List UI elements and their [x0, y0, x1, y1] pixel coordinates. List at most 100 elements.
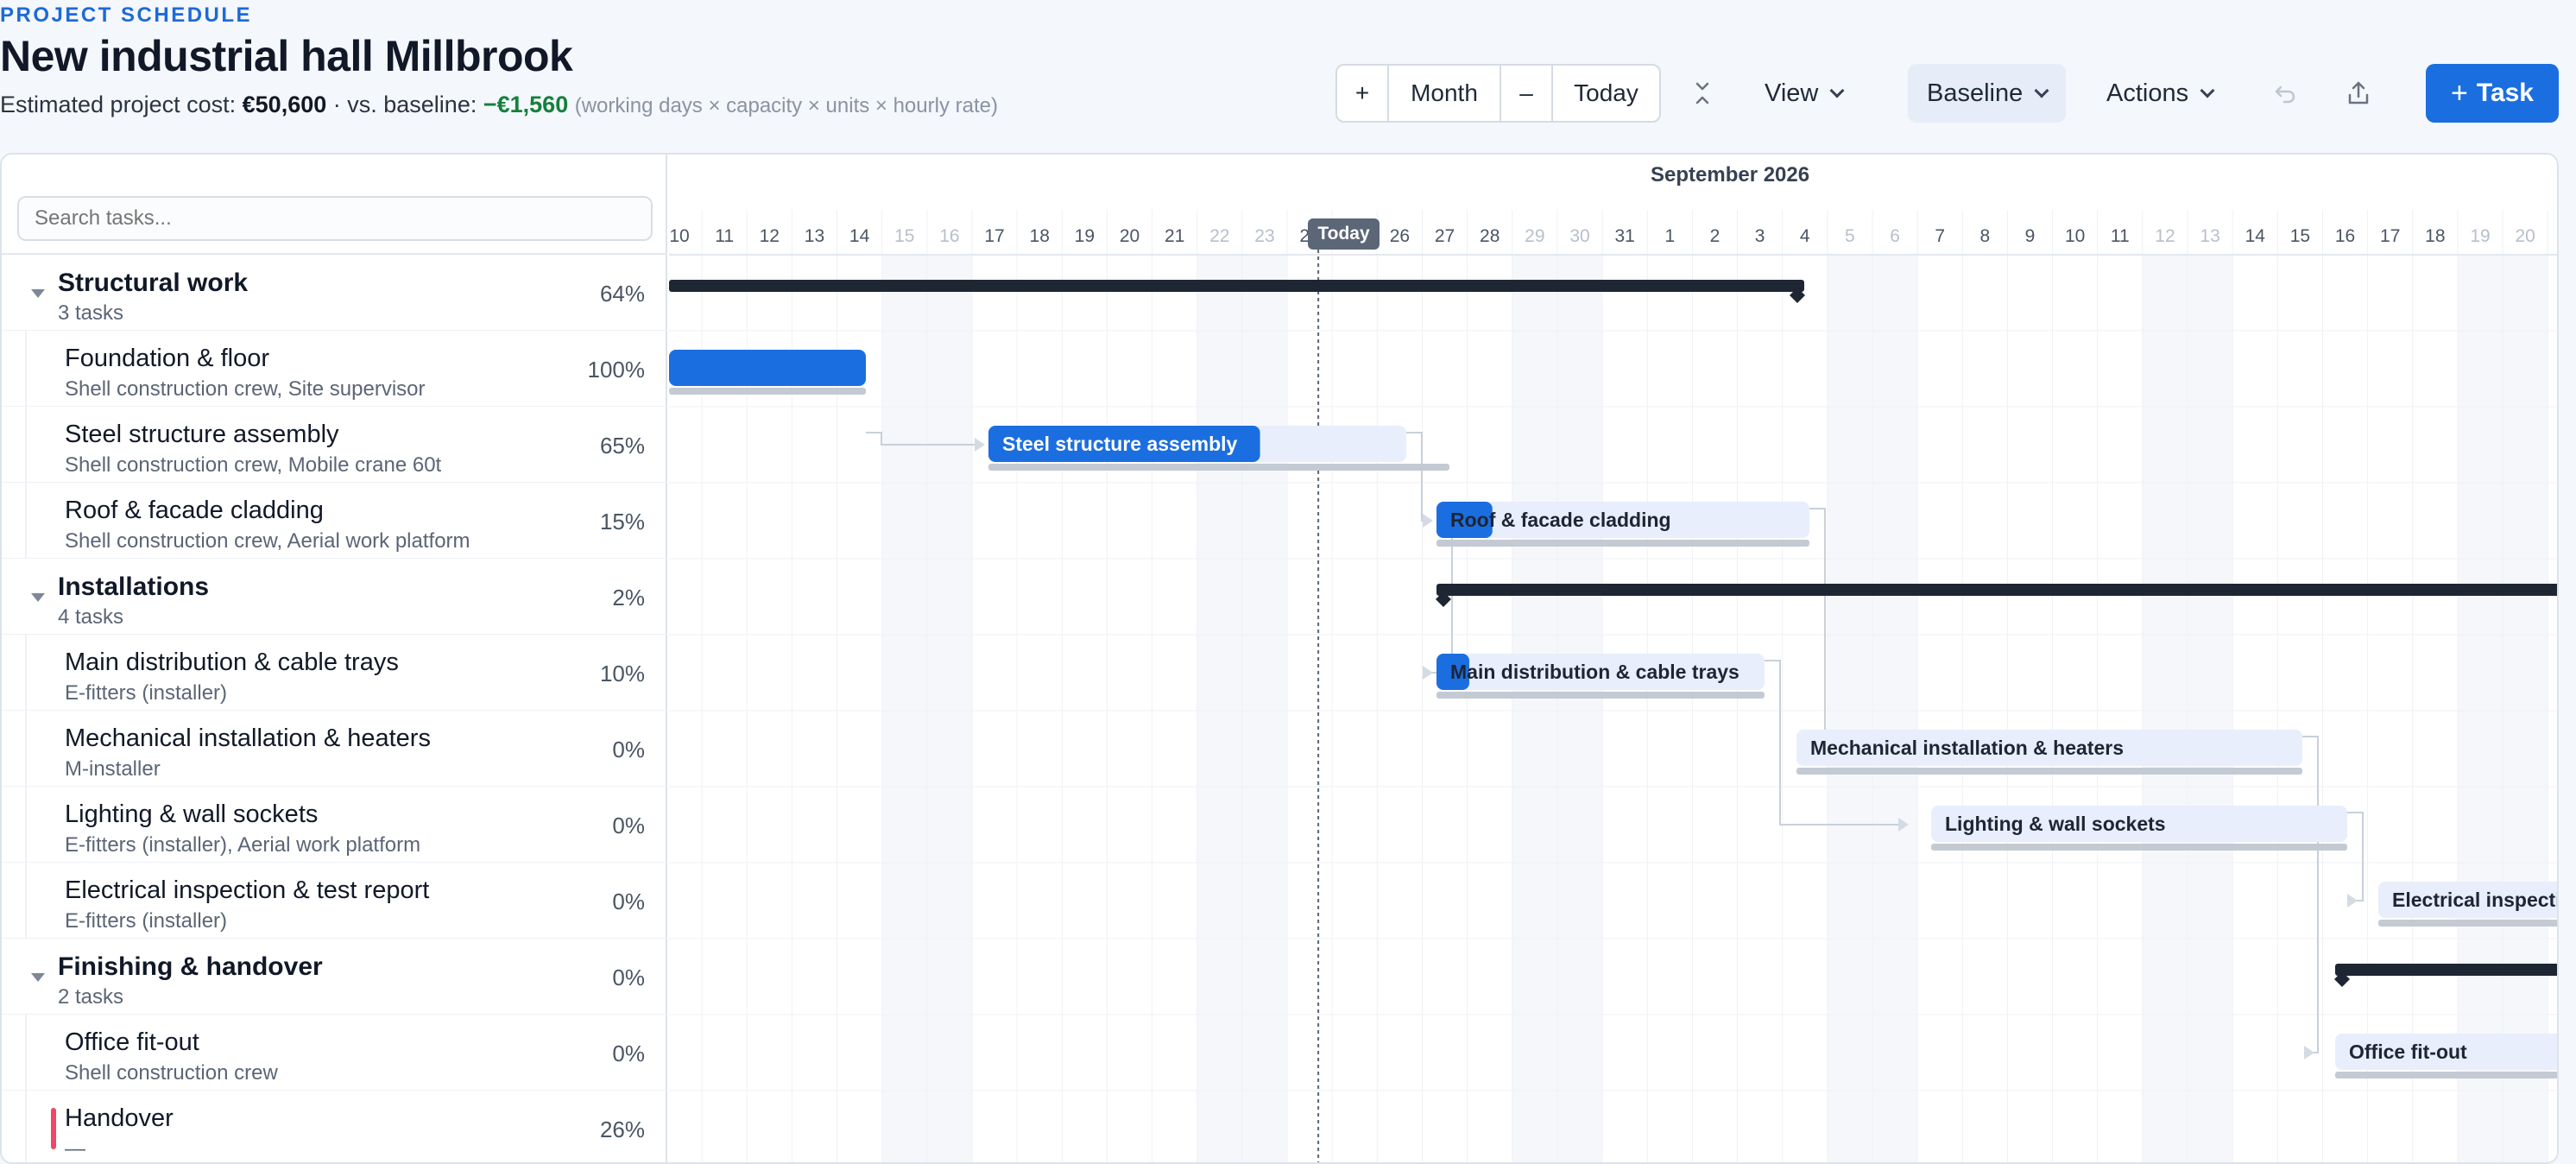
task-name: Structural work: [58, 269, 249, 297]
collapse-triangle-icon[interactable]: [31, 289, 45, 298]
view-dropdown[interactable]: View: [1746, 64, 1861, 123]
day-tick-label: 6: [1890, 226, 1900, 246]
weekend-column: [1196, 255, 1242, 1162]
month-label: September 2026: [1651, 163, 1810, 187]
task-resources: Shell construction crew, Site supervisor: [65, 377, 426, 401]
tree-rail: [25, 863, 27, 938]
task-bar-label: Mechanical installation & heaters: [1810, 737, 2124, 759]
task-bar-label: Steel structure assembly: [1002, 433, 1238, 455]
day-tick-label: 15: [894, 226, 914, 246]
day-tick-label: 26: [1390, 226, 1410, 246]
weekend-column: [926, 255, 972, 1162]
dependency-arrow: [1423, 514, 1433, 528]
baseline-bar: [988, 464, 1449, 471]
summary-bar: [669, 280, 1804, 292]
task-name: Finishing & handover: [58, 952, 323, 981]
summary-bar: [1436, 584, 2557, 596]
task-resources: Shell construction crew, Mobile crane 60…: [65, 453, 442, 477]
weekend-column: [2457, 255, 2503, 1162]
day-tick-label: 30: [1569, 226, 1589, 246]
task-progress: 65%: [599, 433, 645, 459]
day-tick-label: 5: [1845, 226, 1855, 246]
task-row[interactable]: Handover — 26%: [2, 1091, 667, 1162]
export-button[interactable]: [2333, 64, 2384, 123]
day-tick-label: 19: [2470, 226, 2490, 246]
search-input[interactable]: [17, 196, 653, 241]
collapse-triangle-icon[interactable]: [31, 593, 45, 602]
view-label: View: [1765, 79, 1819, 107]
add-task-button[interactable]: + Task: [2426, 64, 2559, 123]
cost-summary: Estimated project cost: €50,600 · vs. ba…: [0, 92, 998, 118]
task-bar-label: Electrical inspection & test report: [2392, 889, 2559, 911]
task-row[interactable]: Steel structure assembly Shell constructi…: [2, 407, 667, 483]
undo-icon: [2275, 85, 2295, 104]
day-tick-label: 10: [2065, 226, 2085, 246]
baseline-delta: −€1,560: [483, 92, 569, 117]
task-progress: 0%: [612, 889, 645, 914]
day-tick-label: 12: [2155, 226, 2175, 246]
weekend-column: [1872, 255, 1918, 1162]
gantt-canvas: 1011121314151617181920212223242526272829…: [669, 210, 2559, 1162]
task-progress: 0%: [612, 813, 645, 838]
task-row[interactable]: Roof & facade cladding Shell construction…: [2, 483, 667, 559]
tree-rail: [25, 407, 27, 482]
add-task-label: Task: [2476, 79, 2534, 107]
day-tick-label: 10: [669, 226, 689, 246]
task-resources: 4 tasks: [58, 605, 124, 629]
day-tick-label: 20: [2515, 226, 2535, 246]
task-name: Main distribution & cable trays: [65, 648, 399, 676]
baseline-dropdown[interactable]: Baseline: [1908, 64, 2067, 123]
task-resources: 2 tasks: [58, 985, 124, 1009]
task-name: Handover: [65, 1104, 174, 1132]
actions-dropdown[interactable]: Actions: [2087, 64, 2232, 123]
task-progress: 26%: [599, 1117, 645, 1142]
task-progress: 100%: [587, 357, 646, 383]
task-row[interactable]: Mechanical installation & heaters M-insta…: [2, 711, 667, 787]
task-resources: M-installer: [65, 757, 161, 781]
scale-month-button[interactable]: Month: [1389, 66, 1501, 121]
task-resources: —: [65, 1137, 85, 1161]
collapse-triangle-icon[interactable]: [31, 973, 45, 982]
task-name: Mechanical installation & heaters: [65, 724, 431, 752]
day-tick-label: 21: [1165, 226, 1184, 246]
page-title: New industrial hall Millbrook: [0, 32, 573, 80]
baseline-bar: [1796, 768, 2302, 775]
day-tick-label: 20: [1120, 226, 1140, 246]
weekend-column: [2142, 255, 2188, 1162]
task-bar-label: Roof & facade cladding: [1450, 509, 1671, 531]
day-tick-label: 9: [2025, 226, 2036, 246]
zoom-in-button[interactable]: +: [1337, 66, 1389, 121]
task-group-row[interactable]: Installations 4 tasks 2%: [2, 559, 667, 635]
task-bar-label: Lighting & wall sockets: [1945, 813, 2166, 835]
task-resources: Shell construction crew: [65, 1061, 278, 1085]
today-button[interactable]: Today: [1553, 66, 1659, 121]
task-name: Electrical inspection & test report: [65, 876, 430, 904]
undo-button[interactable]: [2259, 64, 2311, 123]
day-tick-label: 22: [1209, 226, 1229, 246]
task-resources: 3 tasks: [58, 301, 124, 325]
task-row[interactable]: Main distribution & cable trays E-fitters…: [2, 635, 667, 711]
task-progress: 0%: [612, 737, 645, 762]
task-resources: E-fitters (installer), Aerial work platf…: [65, 833, 421, 857]
tree-rail: [25, 711, 27, 786]
task-row[interactable]: Lighting & wall sockets E-fitters (instal…: [2, 787, 667, 863]
collapse-button[interactable]: [1676, 64, 1728, 123]
zoom-out-button[interactable]: –: [1501, 66, 1553, 121]
dependency-line: [1406, 432, 1431, 522]
task-group-row[interactable]: Finishing & handover 2 tasks 0%: [2, 939, 667, 1015]
summary-bar: [2335, 964, 2557, 976]
task-name: Roof & facade cladding: [65, 497, 324, 524]
task-name: Foundation & floor: [65, 345, 269, 372]
baseline-bar: [1436, 540, 1809, 547]
weekend-column: [2188, 255, 2233, 1162]
day-tick-label: 17: [984, 226, 1004, 246]
task-row[interactable]: Foundation & floor Shell construction cre…: [2, 331, 667, 407]
baseline-label: · vs. baseline:: [332, 92, 477, 117]
task-row[interactable]: Office fit-out Shell construction crew 0%: [2, 1015, 667, 1091]
task-row[interactable]: Electrical inspection & test report E-fit…: [2, 863, 667, 939]
day-tick-label: 11: [715, 226, 734, 246]
day-tick-label: 16: [2335, 226, 2355, 246]
task-group-row[interactable]: Structural work 3 tasks 64%: [2, 255, 667, 331]
today-marker-label: Today: [1308, 218, 1380, 250]
chevron-down-icon: [1829, 83, 1845, 98]
